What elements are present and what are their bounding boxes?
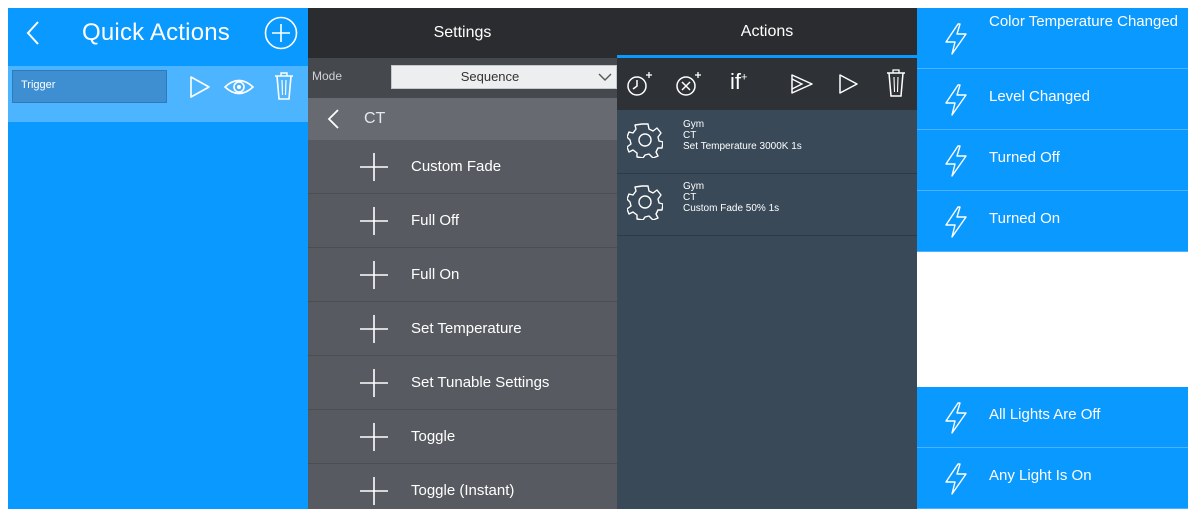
mode-selected-value: Sequence xyxy=(460,69,520,84)
trigger-item-any-light-is-on[interactable]: Any Light Is On xyxy=(917,448,1188,509)
action-text: Gym CT Custom Fade 50% 1s xyxy=(683,181,779,214)
play-all-icon[interactable] xyxy=(787,70,817,98)
quick-actions-header: Quick Actions xyxy=(8,8,308,58)
trigger-item-all-lights-are-off[interactable]: All Lights Are Off xyxy=(917,387,1188,448)
plus-icon xyxy=(360,207,388,235)
quick-actions-panel: Quick Actions Trigger xyxy=(8,8,308,509)
lightning-icon xyxy=(945,206,967,238)
actions-header[interactable]: Actions xyxy=(617,8,917,58)
action-location: Gym xyxy=(683,119,705,130)
mode-select[interactable]: Sequence xyxy=(391,65,617,89)
trigger-item-label: All Lights Are Off xyxy=(989,406,1101,423)
back-icon[interactable] xyxy=(324,106,344,132)
trigger-item-label: Turned Off xyxy=(989,149,1060,166)
play-icon[interactable] xyxy=(835,70,861,98)
actions-toolbar: if+ xyxy=(617,58,917,110)
trigger-item-level-changed[interactable]: Level Changed xyxy=(917,69,1188,130)
eye-icon[interactable] xyxy=(223,75,255,99)
trigger-item-label: Color Temperature Changed xyxy=(989,13,1179,30)
add-circle-icon[interactable] xyxy=(264,16,298,50)
trigger-label: Trigger xyxy=(21,79,56,91)
trigger-item-label: Any Light Is On xyxy=(989,467,1092,484)
back-icon[interactable] xyxy=(18,16,48,50)
actions-title: Actions xyxy=(740,23,794,40)
lightning-icon xyxy=(945,463,967,495)
list-item-label: Custom Fade xyxy=(411,158,502,175)
mode-label: Mode xyxy=(312,69,343,83)
lightning-icon xyxy=(945,402,967,434)
timer-add-icon[interactable] xyxy=(673,70,705,98)
list-item-label: Set Temperature xyxy=(411,320,522,337)
list-item-label: Toggle (Instant) xyxy=(411,482,515,499)
action-description: Set Temperature 3000K 1s xyxy=(683,141,802,152)
trigger-item-color-temperature-changed[interactable]: Color Temperature Changed xyxy=(917,8,1188,69)
settings-header: Settings xyxy=(308,8,617,58)
trash-icon[interactable] xyxy=(272,71,296,101)
action-category: CT xyxy=(683,192,697,203)
list-item-label: Full Off xyxy=(411,212,460,229)
list-item-custom-fade[interactable]: Custom Fade xyxy=(308,140,617,194)
chevron-down-icon xyxy=(598,73,612,81)
list-item-label: Full On xyxy=(411,266,460,283)
lightning-icon xyxy=(945,84,967,116)
plus-icon xyxy=(360,423,388,451)
settings-action-list: Custom Fade Full Off Full On Set Tempera… xyxy=(308,140,617,509)
if-plus: + xyxy=(741,71,748,84)
list-item-full-off[interactable]: Full Off xyxy=(308,194,617,248)
list-item-full-on[interactable]: Full On xyxy=(308,248,617,302)
trigger-item-label: Turned On xyxy=(989,210,1061,227)
settings-title: Settings xyxy=(433,24,492,41)
if-label: if xyxy=(730,69,741,94)
gear-icon[interactable] xyxy=(627,122,663,158)
page-title: Quick Actions xyxy=(82,19,230,46)
category-label: CT xyxy=(364,110,386,127)
trigger-row[interactable]: Trigger xyxy=(8,66,308,122)
mode-row: Mode Sequence xyxy=(308,58,617,98)
play-icon[interactable] xyxy=(186,74,212,100)
lightning-icon xyxy=(945,145,967,177)
gear-icon[interactable] xyxy=(627,184,663,220)
list-item-label: Toggle xyxy=(411,428,456,445)
plus-icon xyxy=(360,153,388,181)
trigger-name-field[interactable]: Trigger xyxy=(12,70,167,103)
category-back-row[interactable]: CT xyxy=(308,98,617,140)
list-item-toggle[interactable]: Toggle xyxy=(308,410,617,464)
action-location: Gym xyxy=(683,181,705,192)
trash-icon[interactable] xyxy=(885,68,907,98)
action-item[interactable]: Gym CT Custom Fade 50% 1s xyxy=(617,174,917,236)
trigger-item-turned-on[interactable]: Turned On xyxy=(917,191,1188,252)
plus-icon xyxy=(360,315,388,343)
plus-icon xyxy=(360,369,388,397)
if-add-icon[interactable]: if+ xyxy=(730,69,747,95)
action-description: Custom Fade 50% 1s xyxy=(683,203,780,214)
action-category: CT xyxy=(683,130,697,141)
lightning-icon xyxy=(945,23,967,55)
trigger-item-label: Level Changed xyxy=(989,88,1090,105)
clock-add-icon[interactable] xyxy=(625,70,655,98)
list-item-label: Set Tunable Settings xyxy=(411,374,550,391)
plus-icon xyxy=(360,477,388,505)
triggers-panel: Color Temperature Changed Level Changed … xyxy=(917,8,1188,509)
settings-panel: Settings Mode Sequence CT Custom Fade Fu… xyxy=(308,8,617,509)
list-item-set-tunable-settings[interactable]: Set Tunable Settings xyxy=(308,356,617,410)
list-item-toggle-instant[interactable]: Toggle (Instant) xyxy=(308,464,617,509)
list-item-set-temperature[interactable]: Set Temperature xyxy=(308,302,617,356)
plus-icon xyxy=(360,261,388,289)
trigger-item-turned-off[interactable]: Turned Off xyxy=(917,130,1188,191)
actions-panel: Actions if+ Gym CT Set Temperature 3000K… xyxy=(617,8,917,509)
action-text: Gym CT Set Temperature 3000K 1s xyxy=(683,119,802,152)
action-item[interactable]: Gym CT Set Temperature 3000K 1s xyxy=(617,112,917,174)
